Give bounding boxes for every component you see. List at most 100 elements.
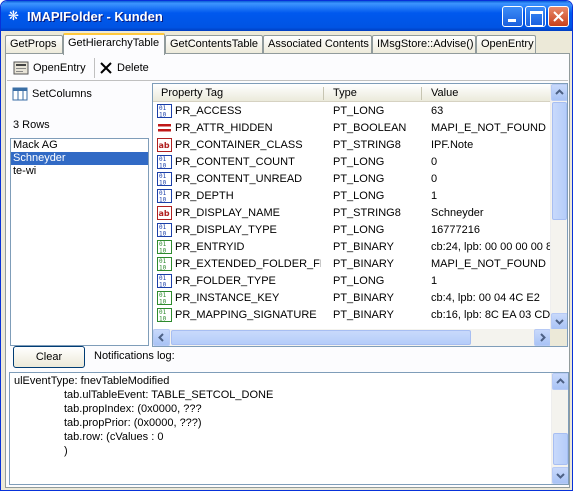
tab-strip: GetProps GetHierarchyTable GetContentsTa… [5,33,570,55]
properties-grid[interactable]: Property Tag Type Value 01 10 PR_ACCESS PT_… [152,83,568,347]
scroll-down-button[interactable] [552,467,568,484]
cell-type: PT_BOOLEAN [333,122,407,134]
tab-getcontentstable[interactable]: GetContentsTable [165,35,263,54]
close-icon [553,11,564,22]
scroll-thumb[interactable] [552,102,567,220]
log-line: tab.propIndex: (0x0000, ??? [64,403,202,415]
cell-value: 1 [431,275,438,287]
log-line: ) [64,445,68,457]
cell-value: 0 [431,173,438,185]
cell-type: PT_LONG [333,173,385,185]
svg-text:10: 10 [159,231,167,238]
table-row[interactable]: 01 10 PR_ENTRYID PT_BINARY cb:24, lpb: 00 00… [153,239,551,256]
set-columns-button[interactable]: SetColumns [12,87,92,101]
table-row[interactable]: 01 10 PR_CONTENT_UNREAD PT_LONG 0 [153,171,551,188]
binary-icon: 0110 [157,257,172,271]
notifications-log-label: Notifications log: [94,350,175,362]
table-row[interactable]: 01 10 PR_DISPLAY_TYPE PT_LONG 16777216 [153,222,551,239]
grid-header: Property Tag Type Value [153,84,551,102]
svg-text:10: 10 [159,180,167,187]
cell-type: PT_LONG [333,105,385,117]
svg-text:10: 10 [159,248,167,255]
cell-type: PT_LONG [333,190,385,202]
header-divider[interactable] [421,87,422,100]
string-icon: ab [157,206,172,220]
delete-icon [100,62,112,74]
clear-button[interactable]: Clear [13,346,85,368]
chevron-down-icon [556,473,565,479]
svg-text:10: 10 [159,282,167,289]
string-icon: ab [157,138,172,152]
chevron-down-icon [555,319,564,325]
notifications-log[interactable]: ulEventType: fnevTableModified tab.ulTab… [9,372,569,485]
open-entry-icon [13,61,29,75]
tab-gethierarchytable[interactable]: GetHierarchyTable [63,33,165,55]
table-row[interactable]: 01 10 PR_MAPPING_SIGNATURE PT_BINARY cb:16, … [153,307,551,324]
scroll-left-button[interactable] [153,329,170,346]
list-item-selected[interactable]: Schneyder [11,152,148,165]
rows-pane: SetColumns 3 Rows Mack AG Schneyder te-w… [7,83,149,347]
header-value[interactable]: Value [431,87,458,99]
svg-text:10: 10 [159,316,167,323]
cell-type: PT_LONG [333,275,385,287]
table-row[interactable]: 01 10 PR_FOLDER_TYPE PT_LONG 1 [153,273,551,290]
table-row[interactable]: 01 10 PR_INSTANCE_KEY PT_BINARY cb:4, lpb: 0… [153,290,551,307]
tab-openentry[interactable]: OpenEntry [476,35,536,54]
grid-horizontal-scrollbar[interactable] [153,329,551,346]
tab-imsgstore-advise[interactable]: IMsgStore::Advise() [372,35,476,54]
table-row[interactable]: 01 10 PR_EXTENDED_FOLDER_FL... PT_BINARY MAP… [153,256,551,273]
table-row[interactable]: ab PR_DISPLAY_NAME PT_STRING8 Schneyder [153,205,551,222]
scroll-right-button[interactable] [534,329,551,346]
maximize-button[interactable] [525,6,546,27]
rows-list[interactable]: Mack AG Schneyder te-wi [10,138,149,346]
tab-associated-contents[interactable]: Associated Contents [263,35,372,54]
list-item[interactable]: Mack AG [11,139,148,152]
header-property-tag[interactable]: Property Tag [161,87,223,99]
svg-text:10: 10 [159,299,167,306]
window-title: IMAPIFolder - Kunden [27,9,163,24]
cell-type: PT_BINARY [333,258,394,270]
close-button[interactable] [548,6,569,27]
grid-vertical-scrollbar[interactable] [550,84,567,330]
title-bar[interactable]: ❋ IMAPIFolder - Kunden [1,1,572,31]
table-row[interactable]: 01 10 PR_ACCESS PT_LONG 63 [153,103,551,120]
delete-button[interactable]: Delete [99,58,149,78]
cell-tag: PR_CONTENT_UNREAD [175,173,303,185]
table-row[interactable]: PR_ATTR_HIDDEN PT_BOOLEAN MAPI_E_NOT_FOUND [153,120,551,137]
table-row[interactable]: 01 10 PR_DEPTH PT_LONG 1 [153,188,551,205]
list-item[interactable]: te-wi [11,165,148,178]
cell-type: PT_LONG [333,224,385,236]
minimize-button[interactable] [502,6,523,27]
scroll-thumb[interactable] [553,433,568,465]
cell-tag: PR_MAPPING_SIGNATURE [175,309,317,321]
chevron-left-icon [158,333,164,342]
log-vertical-scrollbar[interactable] [551,373,568,484]
cell-value: cb:4, lpb: 00 04 4C E2 [431,292,540,304]
header-divider[interactable] [323,87,324,100]
long-icon: 0110 [157,104,172,118]
long-icon: 0110 [157,274,172,288]
app-window: ❋ IMAPIFolder - Kunden GetProps GetHiera… [0,0,573,491]
cell-value: MAPI_E_NOT_FOUND [431,258,546,270]
toolbar-separator [94,58,95,78]
scroll-thumb[interactable] [171,330,471,345]
header-type[interactable]: Type [333,87,357,99]
binary-icon: 0110 [157,291,172,305]
chevron-up-icon [556,378,565,384]
table-row[interactable]: 01 10 PR_CONTENT_COUNT PT_LONG 0 [153,154,551,171]
tab-page: OpenEntry Delete SetColumns 3 Rows Mack … [5,53,570,488]
scroll-down-button[interactable] [551,313,567,330]
table-row[interactable]: ab PR_CONTAINER_CLASS PT_STRING8 IPF.Note [153,137,551,154]
open-entry-button[interactable]: OpenEntry [13,58,86,78]
log-line: tab.ulTableEvent: TABLE_SETCOL_DONE [64,389,274,401]
log-line: tab.row: (cValues : 0 [64,431,164,443]
cell-type: PT_STRING8 [333,139,401,151]
scroll-up-button[interactable] [551,84,567,101]
long-icon: 0110 [157,223,172,237]
cell-tag: PR_ATTR_HIDDEN [175,122,273,134]
tab-getprops[interactable]: GetProps [5,35,63,54]
long-icon: 0110 [157,172,172,186]
scroll-up-button[interactable] [552,373,568,390]
long-icon: 0110 [157,155,172,169]
chevron-up-icon [555,89,564,95]
